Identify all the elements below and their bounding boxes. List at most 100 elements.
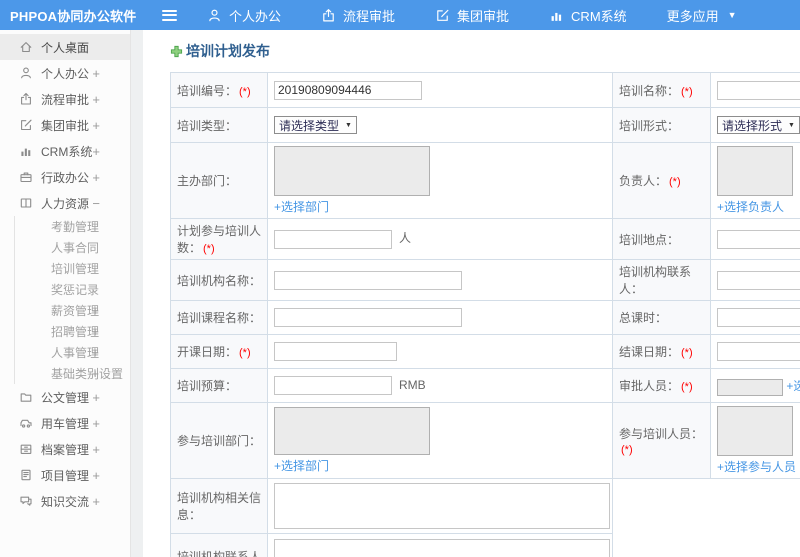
training-course-name-input[interactable] (274, 308, 462, 327)
sidebar-item-crm-system[interactable]: CRM系统 + (0, 138, 130, 164)
expand-icon[interactable]: + (91, 345, 99, 360)
host-department-link[interactable]: +选择部门 (274, 198, 329, 215)
required-marker: (*) (669, 176, 681, 188)
approver-link[interactable]: +选择审批人员 (786, 377, 800, 394)
total-class-hours-label: 总课时： (612, 300, 711, 335)
planned-participants-suffix: 人 (399, 231, 412, 246)
expand-icon[interactable]: + (91, 303, 99, 318)
expand-icon[interactable]: + (92, 66, 100, 81)
sidebar-item-label: 项目管理 (41, 468, 90, 483)
end-date-input[interactable] (717, 342, 800, 361)
training-org-contact-input[interactable] (717, 270, 800, 290)
training-location-input[interactable] (717, 229, 800, 249)
training-org-contact-field-cell (710, 259, 800, 301)
nav-more-apps[interactable]: 更多应用 ▼ (667, 6, 737, 25)
expand-icon[interactable]: + (92, 390, 100, 405)
page-title: 培训计划发布 (186, 43, 270, 59)
required-marker: (*) (203, 243, 215, 255)
menu-toggle-icon[interactable] (162, 9, 177, 21)
nav-group-approval[interactable]: 集团审批 (435, 6, 509, 25)
total-class-hours-input[interactable] (717, 308, 800, 327)
expand-icon[interactable]: + (92, 416, 100, 431)
field-label: 培训类型： (177, 118, 238, 133)
field-label: 培训机构联系人： (619, 265, 692, 296)
training-number-field-cell (267, 72, 613, 108)
collapse-icon[interactable]: − (92, 196, 100, 211)
sidebar-item-label: 考勤管理 (51, 220, 100, 234)
sidebar-item-label: 人力资源 (41, 196, 90, 211)
participating-departments-textarea[interactable] (274, 407, 430, 455)
planned-participants-label: 计划参与培训人数： (*) (170, 218, 268, 260)
top-header: PHPOA协同办公软件 个人办公 流程审批 集团审批 CRM系统 更多应用 ▼ (0, 0, 800, 30)
person-in-charge-link[interactable]: +选择负责人 (717, 198, 784, 215)
sidebar-item-label: 公文管理 (41, 390, 90, 405)
person-in-charge-label: 负责人： (*) (612, 142, 711, 219)
participating-personnel-textarea[interactable] (717, 406, 793, 456)
sidebar-item-label: 个人办公 (41, 66, 90, 81)
sidebar-item-group-approval[interactable]: 集团审批 + (0, 112, 130, 138)
sidebar-item-reward-punishment-records[interactable]: 奖惩记录 (14, 279, 130, 300)
person-in-charge-textarea[interactable] (717, 146, 793, 196)
chart-icon (551, 12, 562, 21)
training-budget-input[interactable] (274, 376, 392, 395)
training-name-input[interactable] (717, 80, 800, 100)
nav-label: 更多应用 (666, 8, 719, 24)
sidebar-item-document-management[interactable]: 公文管理 + (0, 384, 130, 410)
sidebar-item-human-resources[interactable]: 人力资源 − (0, 190, 130, 216)
field-label: 负责人： (619, 174, 668, 188)
required-marker: (*) (681, 381, 693, 393)
sidebar-item-admin-office[interactable]: 行政办公 + (0, 164, 130, 190)
participating-departments-link[interactable]: +选择部门 (274, 457, 329, 474)
sidebar-item-personnel-contract[interactable]: 人事合同 (14, 237, 130, 258)
sidebar-item-basic-category-settings[interactable]: 基础类别设置 + (14, 363, 130, 384)
host-department-textarea[interactable] (274, 146, 430, 196)
participating-personnel-link[interactable]: +选择参与人员 (717, 458, 796, 475)
nav-personal-office[interactable]: 个人办公 (207, 6, 281, 25)
training-org-info-textarea[interactable] (274, 483, 610, 529)
field-label: 培训机构名称： (177, 273, 262, 288)
process-icon (21, 92, 31, 105)
sidebar-item-personal-desktop[interactable]: 个人桌面 (0, 34, 130, 60)
training-name-label: 培训名称： (*) (612, 72, 711, 108)
approver-input[interactable] (717, 378, 783, 396)
sidebar-item-training-management[interactable]: 培训管理 (14, 258, 130, 279)
sidebar-item-project-management[interactable]: 项目管理 + (0, 462, 130, 488)
training-org-name-label: 培训机构名称： (170, 259, 268, 301)
expand-icon[interactable]: + (92, 468, 100, 483)
training-org-contact-info-textarea[interactable] (274, 538, 610, 557)
start-date-input[interactable] (274, 342, 397, 361)
sidebar-item-attendance-management[interactable]: 考勤管理 (14, 216, 130, 237)
sidebar-item-salary-management[interactable]: 薪资管理 + (14, 300, 130, 321)
expand-icon[interactable]: + (91, 366, 99, 381)
sidebar-item-personnel-management[interactable]: 人事管理 + (14, 342, 130, 363)
expand-icon[interactable]: + (92, 144, 100, 159)
sidebar-item-vehicle-management[interactable]: 用车管理 + (0, 410, 130, 436)
nav-label: 集团审批 (457, 8, 510, 24)
home-icon (20, 42, 32, 53)
nav-crm-system[interactable]: CRM系统 (549, 6, 627, 25)
sidebar-item-knowledge-exchange[interactable]: 知识交流 + (0, 488, 130, 514)
field-label: 培训地点： (619, 232, 680, 247)
expand-icon[interactable]: + (92, 442, 100, 457)
expand-icon[interactable]: + (92, 170, 100, 185)
chart-icon (21, 148, 31, 156)
nav-workflow-approval[interactable]: 流程审批 (321, 6, 395, 25)
project-icon (21, 469, 31, 481)
training-course-name-field-cell (267, 300, 613, 335)
sidebar-item-archive-management[interactable]: 档案管理 + (0, 436, 130, 462)
training-type-select[interactable]: 请选择类型 ▼ (274, 116, 357, 134)
expand-icon[interactable]: + (92, 118, 100, 133)
sidebar-item-recruitment-management[interactable]: 招聘管理 + (14, 321, 130, 342)
sidebar-item-workflow-approval[interactable]: 流程审批 + (0, 86, 130, 112)
field-label: 参与培训部门： (177, 434, 262, 448)
training-number-input[interactable] (274, 80, 422, 100)
expand-icon[interactable]: + (92, 92, 100, 107)
expand-icon[interactable]: + (92, 494, 100, 509)
planned-participants-input[interactable] (274, 229, 392, 249)
sidebar-item-personal-office[interactable]: 个人办公 + (0, 60, 130, 86)
sidebar-item-label: 个人桌面 (41, 40, 90, 55)
hr-icon (20, 198, 32, 208)
training-form-select[interactable]: 请选择形式 ▼ (717, 116, 800, 134)
expand-icon[interactable]: + (91, 324, 99, 339)
training-org-name-input[interactable] (274, 270, 462, 290)
